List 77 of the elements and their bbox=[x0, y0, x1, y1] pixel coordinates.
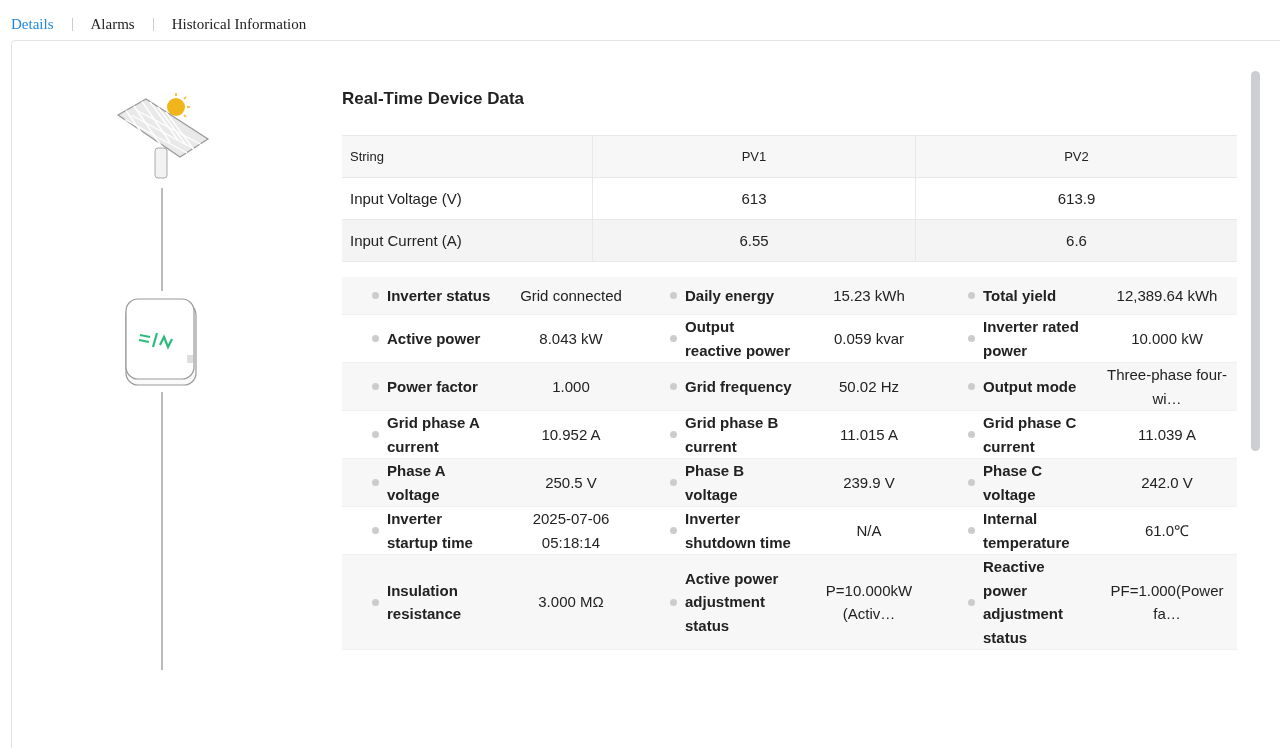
inverter-icon bbox=[124, 297, 200, 387]
tab[interactable]: Historical Information bbox=[171, 16, 307, 33]
parameter-label: Inverter rated power bbox=[983, 317, 1080, 361]
parameter-value: Grid connected bbox=[520, 286, 622, 304]
parameter-value: 12,389.64 kWh bbox=[1116, 286, 1218, 304]
parameter-value: PF=1.000(Power fa… bbox=[1110, 581, 1224, 622]
parameter-label: Phase B voltage bbox=[685, 461, 746, 505]
bullet-icon bbox=[968, 335, 975, 342]
table-cell: Input Voltage (V) bbox=[342, 177, 593, 220]
bullet-icon bbox=[372, 431, 379, 438]
bullet-icon bbox=[372, 335, 379, 342]
parameter-value: 1.000 bbox=[552, 377, 590, 395]
bullet-icon bbox=[968, 527, 975, 534]
parameter-value: 11.039 A bbox=[1137, 425, 1197, 443]
parameter-label: Reactive power adjustment status bbox=[983, 557, 1064, 648]
bullet-icon bbox=[670, 383, 677, 390]
parameter-label: Grid phase A current bbox=[387, 413, 481, 457]
parameter-label: Active power adjustment status bbox=[685, 568, 780, 636]
parameter-value: 239.9 V bbox=[843, 473, 895, 491]
bullet-icon bbox=[968, 598, 975, 606]
bullet-icon bbox=[968, 383, 975, 390]
parameter-label: Grid frequency bbox=[685, 376, 792, 397]
parameter-value: 2025-07-06 05:18:14 bbox=[532, 510, 610, 551]
parameter-label: Total yield bbox=[983, 285, 1057, 306]
parameter-label: Phase C voltage bbox=[983, 461, 1044, 505]
bullet-icon bbox=[670, 479, 677, 486]
parameter-label: Inverter status bbox=[387, 285, 491, 306]
bullet-icon bbox=[968, 431, 975, 438]
parameter-label: Daily energy bbox=[685, 285, 775, 306]
parameter-value: 61.0℃ bbox=[1144, 521, 1190, 539]
parameter-value: 11.015 A bbox=[839, 425, 899, 443]
bullet-icon bbox=[372, 598, 379, 606]
parameter-value: 10.000 kW bbox=[1131, 329, 1203, 347]
parameter-label: Phase A voltage bbox=[387, 461, 447, 505]
parameter-value: 3.000 MΩ bbox=[538, 593, 604, 611]
tab[interactable]: Alarms bbox=[90, 16, 135, 33]
parameter-value: N/A bbox=[856, 521, 882, 539]
tab[interactable]: Details bbox=[11, 16, 54, 33]
parameter-value: 50.02 Hz bbox=[838, 377, 899, 395]
parameter-value: 250.5 V bbox=[545, 473, 597, 491]
bullet-icon bbox=[372, 383, 379, 390]
bullet-icon bbox=[670, 292, 677, 299]
bullet-icon bbox=[968, 479, 975, 486]
parameter-label: Grid phase B current bbox=[685, 413, 780, 457]
column-header: String bbox=[342, 135, 593, 178]
parameter-label: Grid phase C current bbox=[983, 413, 1078, 457]
parameter-label: Insulation resistance bbox=[387, 580, 463, 624]
table-cell: 6.55 bbox=[592, 219, 916, 262]
parameter-value: 10.952 A bbox=[541, 425, 601, 443]
column-header: PV1 bbox=[592, 135, 916, 178]
parameter-value: Three-phase four-wi… bbox=[1106, 366, 1228, 407]
bullet-icon bbox=[670, 431, 677, 438]
parameter-label: Output mode bbox=[983, 376, 1077, 397]
parameter-label: Power factor bbox=[387, 376, 478, 397]
parameter-value: 8.043 kW bbox=[539, 329, 603, 347]
parameter-label: Output reactive power bbox=[685, 317, 792, 361]
table-cell: 613 bbox=[592, 177, 916, 220]
section-title: Real-Time Device Data bbox=[342, 89, 526, 109]
bullet-icon bbox=[670, 335, 677, 342]
parameter-label: Internal temperature bbox=[983, 509, 1071, 553]
bullet-icon bbox=[372, 292, 379, 299]
parameter-label: Inverter startup time bbox=[387, 509, 474, 553]
table-cell: 6.6 bbox=[915, 219, 1237, 262]
column-header: PV2 bbox=[915, 135, 1237, 178]
parameter-value: P=10.000kW (Activ… bbox=[825, 581, 913, 622]
parameter-value: 15.23 kWh bbox=[833, 286, 905, 304]
bullet-icon bbox=[968, 292, 975, 299]
table-cell: Input Current (A) bbox=[342, 219, 593, 262]
parameter-label: Active power bbox=[387, 328, 481, 349]
bullet-icon bbox=[670, 598, 677, 606]
parameter-value: 242.0 V bbox=[1141, 473, 1193, 491]
bullet-icon bbox=[670, 527, 677, 534]
parameter-value: 0.059 kvar bbox=[833, 329, 904, 347]
bullet-icon bbox=[372, 479, 379, 486]
bullet-icon bbox=[372, 527, 379, 534]
parameter-label: Inverter shutdown time bbox=[685, 509, 792, 553]
scrollbar[interactable] bbox=[1251, 71, 1260, 451]
